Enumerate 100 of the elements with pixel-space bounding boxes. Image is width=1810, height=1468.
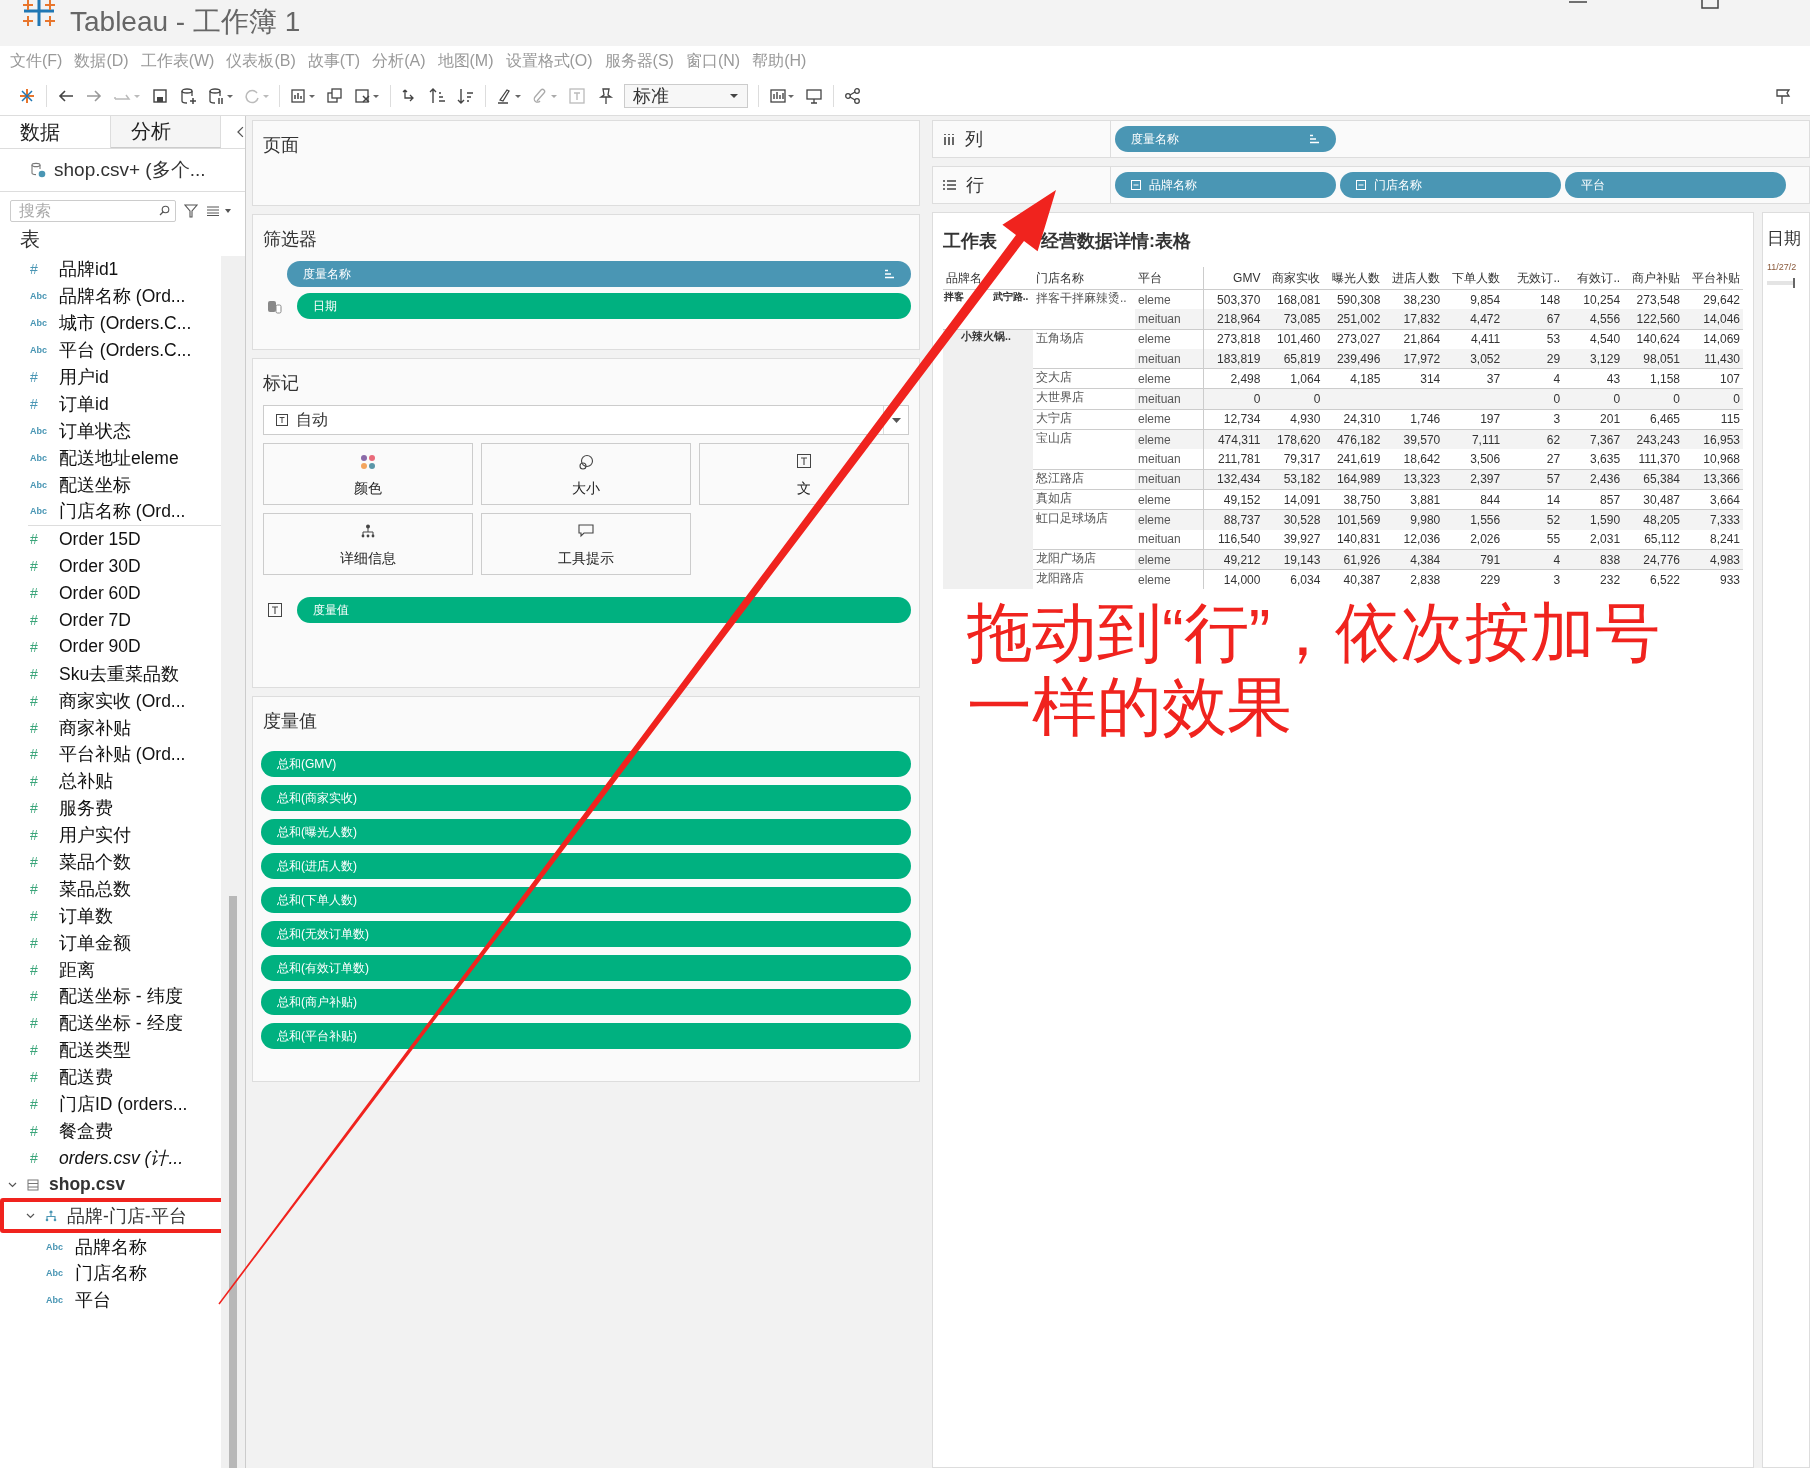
- sidebar-tab[interactable]: 分析: [110, 116, 222, 148]
- field-item[interactable]: # Order 30D: [0, 552, 221, 580]
- bar-chart-icon[interactable]: [769, 86, 795, 105]
- save-icon[interactable]: [151, 86, 169, 105]
- field-item[interactable]: # Sku去重菜品数: [0, 660, 221, 688]
- mark-card[interactable]: 大小: [481, 443, 691, 505]
- field-item[interactable]: # 订单数: [0, 902, 221, 930]
- field-item[interactable]: # 配送坐标 - 经度: [0, 1009, 221, 1037]
- field-item[interactable]: # 平台补贴 (Ord...: [0, 741, 221, 768]
- collapse-box-icon: [1131, 180, 1141, 190]
- table-cell: 17,832: [1383, 309, 1444, 330]
- field-item[interactable]: Abc 门店名称 (Ord...: [0, 498, 221, 525]
- field-item[interactable]: Abc 平台 (Orders.C...: [0, 336, 221, 364]
- mark-card[interactable]: 颜色: [263, 443, 473, 505]
- pause-database-icon[interactable]: [207, 86, 233, 105]
- column-header[interactable]: 下单人数: [1443, 267, 1504, 290]
- table-cell: 0: [1563, 389, 1624, 410]
- column-header[interactable]: 商户补贴: [1623, 267, 1683, 290]
- signpost-icon[interactable]: [1774, 86, 1792, 105]
- sort-descending-icon[interactable]: [457, 86, 475, 105]
- data-source-name[interactable]: shop.csv+ (多个...: [54, 157, 206, 183]
- table-cell: 140,831: [1323, 529, 1384, 550]
- column-header[interactable]: 平台补贴: [1683, 267, 1743, 290]
- table-cell: 大宁店: [1033, 409, 1135, 430]
- column-header[interactable]: 门店名称: [1033, 267, 1135, 290]
- paperclip-icon[interactable]: [532, 86, 558, 105]
- table-cell: 57: [1503, 469, 1564, 490]
- column-header[interactable]: 曝光人数: [1323, 267, 1384, 290]
- field-item[interactable]: Abc 平台: [0, 1286, 221, 1314]
- sort-icon: [1309, 134, 1320, 144]
- tableau-logo-icon[interactable]: [18, 86, 36, 105]
- column-header[interactable]: 进店人数: [1383, 267, 1444, 290]
- filter-icon[interactable]: [184, 204, 198, 218]
- sort-ascending-icon[interactable]: [429, 86, 447, 105]
- field-item[interactable]: Abc 配送地址eleme: [0, 444, 221, 472]
- field-item[interactable]: # 配送费: [0, 1063, 221, 1091]
- add-database-icon[interactable]: [179, 86, 197, 105]
- field-item[interactable]: # 菜品总数: [0, 875, 221, 903]
- table-cell: 14,000: [1203, 569, 1264, 590]
- collapse-icon[interactable]: [237, 126, 245, 138]
- scrollbar-thumb[interactable]: [229, 896, 237, 1468]
- column-header[interactable]: 有效订..: [1563, 267, 1624, 290]
- field-item[interactable]: Abc 品牌名称: [0, 1233, 221, 1260]
- search-field[interactable]: 搜索: [10, 200, 176, 222]
- text-icon: [265, 603, 285, 617]
- mark-card[interactable]: 文: [699, 443, 909, 505]
- table-cell: 3,129: [1563, 348, 1624, 369]
- field-item[interactable]: # 用户实付: [0, 821, 221, 849]
- table-cell: 11,430: [1683, 348, 1743, 369]
- field-item[interactable]: # 配送坐标 - 纬度: [0, 983, 221, 1010]
- list-view-icon[interactable]: [206, 206, 232, 216]
- mark-type-dropdown[interactable]: 自动: [263, 405, 909, 435]
- field-item[interactable]: # 门店ID (orders...: [0, 1090, 221, 1118]
- field-item[interactable]: # 商家实收 (Ord...: [0, 687, 221, 715]
- field-item[interactable]: Abc 配送坐标: [0, 471, 221, 498]
- table-cell: 101,460: [1263, 329, 1324, 349]
- field-item[interactable]: Abc 门店名称: [0, 1259, 221, 1287]
- fit-dropdown[interactable]: 标准: [624, 83, 748, 108]
- column-header[interactable]: 无效订..: [1503, 267, 1564, 290]
- field-item[interactable]: # 餐盒费: [0, 1117, 221, 1145]
- table-cell: 2,397: [1443, 469, 1504, 490]
- column-header[interactable]: 平台: [1135, 267, 1204, 290]
- field-item[interactable]: # Order 7D: [0, 606, 221, 634]
- field-item[interactable]: # 商家补贴: [0, 714, 221, 742]
- mark-card[interactable]: 详细信息: [263, 513, 473, 575]
- field-item[interactable]: # 服务费: [0, 794, 221, 822]
- field-item[interactable]: Abc 品牌名称 (Ord...: [0, 282, 221, 310]
- table-name[interactable]: shop.csv: [49, 1174, 125, 1196]
- rows-icon: [943, 179, 956, 191]
- duplicate-icon[interactable]: [326, 86, 344, 105]
- field-item[interactable]: # Order 15D: [0, 525, 221, 553]
- field-item[interactable]: # 品牌id1: [0, 256, 221, 283]
- mark-card[interactable]: 工具提示: [481, 513, 691, 575]
- field-item[interactable]: Abc 订单状态: [0, 417, 221, 445]
- table-cell: 61,926: [1323, 549, 1384, 570]
- table-cell: 164,989: [1323, 469, 1384, 490]
- table-cell: 122,560: [1623, 309, 1683, 330]
- share-icon[interactable]: [844, 86, 862, 105]
- field-item[interactable]: # 菜品个数: [0, 848, 221, 876]
- column-header[interactable]: 商家实收: [1263, 267, 1324, 290]
- field-item[interactable]: # 订单id: [0, 390, 221, 418]
- table-cell: 2,031: [1563, 529, 1624, 550]
- table-cell: 29: [1503, 348, 1564, 369]
- field-item[interactable]: Abc 城市 (Orders.C...: [0, 309, 221, 337]
- field-item[interactable]: # 总补贴: [0, 767, 221, 795]
- field-item[interactable]: # 距离: [0, 956, 221, 984]
- field-item[interactable]: # orders.csv (计...: [0, 1144, 221, 1172]
- presentation-icon[interactable]: [805, 86, 823, 105]
- expand-caret-icon[interactable]: [8, 1180, 17, 1190]
- field-item[interactable]: # 配送类型: [0, 1036, 221, 1064]
- field-item[interactable]: # Order 90D: [0, 633, 221, 661]
- field-item[interactable]: # 用户id: [0, 363, 221, 391]
- maximize-icon[interactable]: [1700, 0, 1720, 10]
- pin-icon[interactable]: [596, 86, 614, 105]
- field-item[interactable]: # Order 60D: [0, 579, 221, 607]
- new-chart-icon[interactable]: [290, 86, 316, 105]
- column-header[interactable]: GMV: [1203, 267, 1264, 290]
- table-cell: 12,036: [1383, 529, 1444, 550]
- field-item[interactable]: # 订单金额: [0, 929, 221, 957]
- clear-sheet-icon[interactable]: [354, 86, 380, 105]
